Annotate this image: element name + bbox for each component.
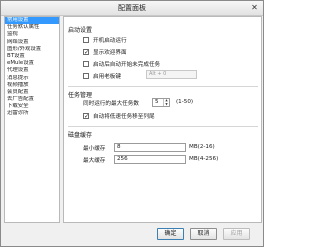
min-cache-input[interactable]: 8: [114, 143, 186, 152]
nav-item-proxy[interactable]: 代理设置: [5, 67, 59, 74]
max-tasks-label: 同时运行的最大任务数: [83, 101, 139, 107]
nav-item-adblock[interactable]: 去广告配置: [5, 96, 59, 103]
cancel-button[interactable]: 取消: [190, 228, 217, 240]
divider: [68, 126, 258, 127]
min-cache-range: MB(2-16): [189, 144, 215, 150]
autostart-checkbox[interactable]: [83, 37, 89, 43]
nav-item-vip[interactable]: 会员配置: [5, 89, 59, 96]
nav-item-clinic[interactable]: 迅雷诊所: [5, 110, 59, 117]
boss-key-label: 启用老板键: [93, 74, 121, 80]
autostart-label: 开机启动运行: [93, 38, 127, 44]
settings-panel: 启动设置 开机启动运行 ✓ 显示欢迎界面 启动后自动开始未完成任务 启用老板键 …: [63, 16, 262, 223]
nav-item-notifications[interactable]: 消息提示: [5, 75, 59, 82]
max-tasks-value: 5: [155, 99, 159, 105]
welcome-label: 显示欢迎界面: [93, 50, 127, 56]
window-title: 配置面板: [118, 4, 146, 12]
nav-item-general[interactable]: 常用设置: [5, 17, 59, 25]
auto-move-checkbox[interactable]: ✓: [83, 113, 89, 120]
title-bar[interactable]: 配置面板 ✕: [1, 1, 263, 16]
task-section-title: 任务管理: [68, 92, 93, 99]
max-cache-range: MB(4-256): [189, 156, 219, 162]
ok-button[interactable]: 确定: [157, 228, 184, 240]
nav-item-network[interactable]: 网络设置: [5, 39, 59, 46]
settings-nav: 常用设置 任务默认属性 监视 网络设置 图形/外观设置 BT设置 eMule设置…: [4, 16, 60, 223]
nav-item-monitor[interactable]: 监视: [5, 31, 59, 38]
min-cache-label: 最小缓存: [83, 146, 106, 152]
config-dialog: 配置面板 ✕ 常用设置 任务默认属性 监视 网络设置 图形/外观设置 BT设置 …: [0, 0, 264, 247]
divider: [68, 86, 258, 87]
close-icon[interactable]: ✕: [250, 4, 259, 12]
boss-key-field[interactable]: Alt + 0: [146, 70, 197, 79]
apply-button[interactable]: 应用: [223, 228, 250, 240]
nav-item-emule[interactable]: eMule设置: [5, 60, 59, 67]
nav-item-bt[interactable]: BT设置: [5, 53, 59, 60]
disk-section-title: 磁盘缓存: [68, 132, 93, 139]
nav-item-download-security[interactable]: 下载安全: [5, 103, 59, 110]
nav-item-video[interactable]: 视频播放: [5, 82, 59, 89]
nav-item-task-defaults[interactable]: 任务默认属性: [5, 24, 59, 31]
nav-item-appearance[interactable]: 图形/外观设置: [5, 46, 59, 53]
max-tasks-range: (1-50): [176, 99, 194, 105]
max-tasks-stepper[interactable]: 5 ▲ ▼: [152, 98, 170, 107]
stepper-arrows-icon[interactable]: ▲ ▼: [163, 98, 169, 106]
startup-section-title: 启动设置: [68, 27, 93, 34]
auto-move-label: 自动将低速任务移至列尾: [93, 114, 155, 120]
max-cache-input[interactable]: 256: [114, 155, 186, 164]
resume-tasks-checkbox[interactable]: [83, 61, 89, 67]
boss-key-checkbox[interactable]: [83, 73, 89, 79]
resume-tasks-label: 启动后自动开始未完成任务: [93, 62, 161, 68]
welcome-checkbox[interactable]: ✓: [83, 49, 89, 56]
max-cache-label: 最大缓存: [83, 158, 106, 164]
